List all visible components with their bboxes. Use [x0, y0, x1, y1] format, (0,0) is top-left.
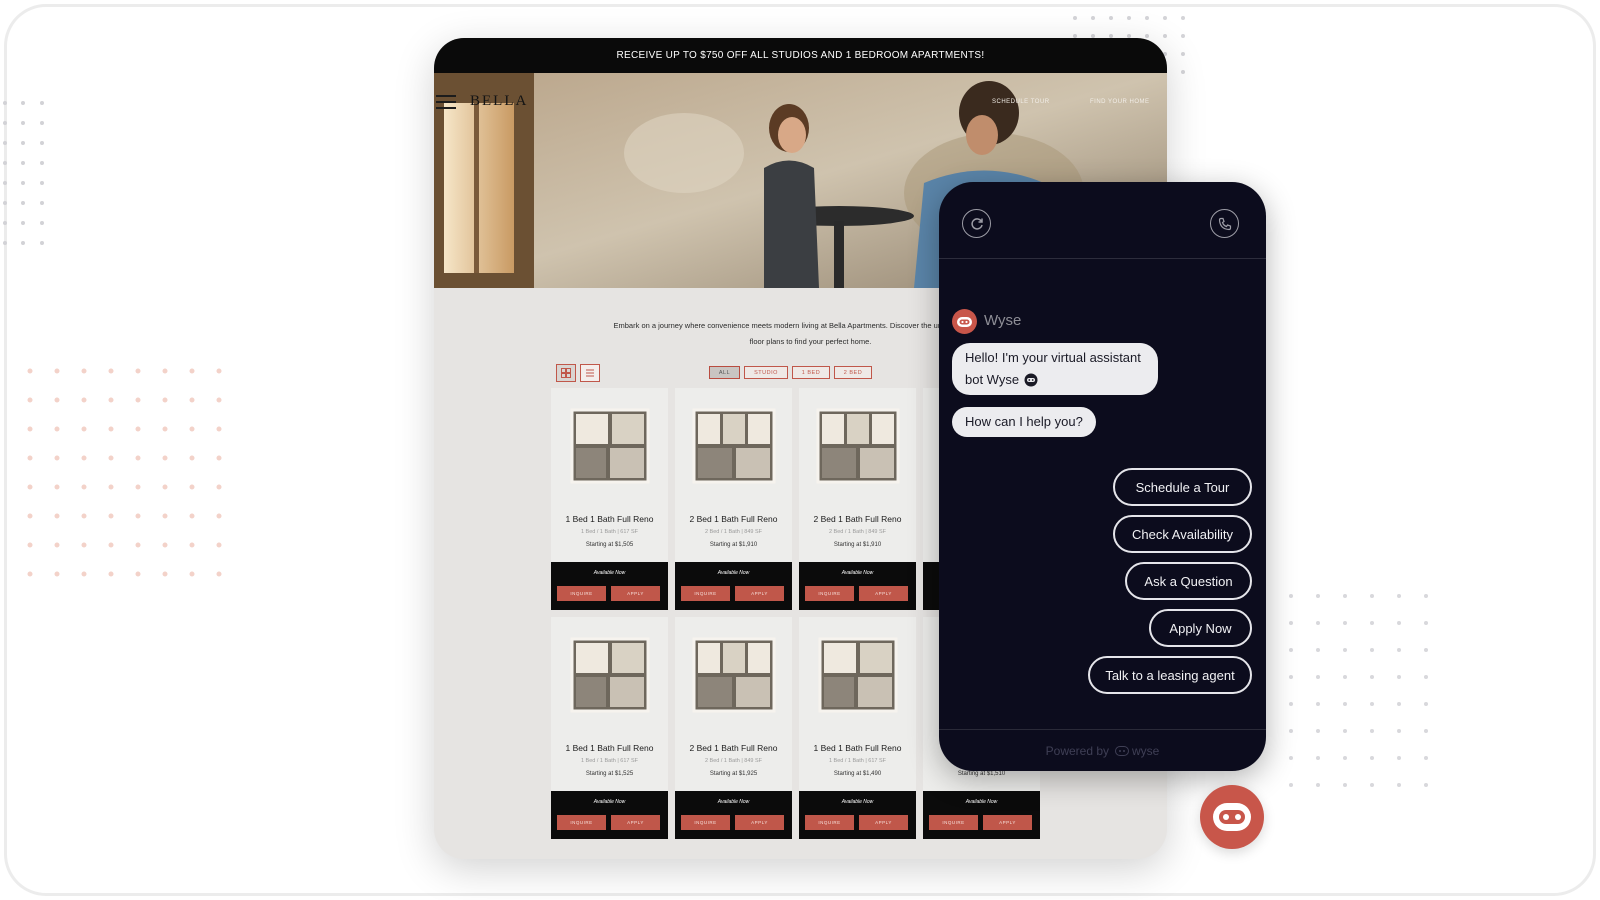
robot-emoji-icon: [1024, 373, 1038, 387]
nav-schedule-tour[interactable]: SCHEDULE TOUR: [992, 99, 1050, 105]
card-details: 1 Bed / 1 Bath | 617 SF: [580, 529, 639, 535]
bot-message-greeting: Hello! I'm your virtual assistant bot Wy…: [952, 343, 1158, 395]
wyse-logo[interactable]: wyse: [1115, 744, 1159, 758]
filter-all[interactable]: ALL: [709, 366, 740, 379]
inquire-button[interactable]: INQUIRE: [929, 815, 978, 830]
card-details: 2 Bed / 1 Bath | 849 SF: [828, 529, 887, 535]
card-price: Starting at $1,525: [585, 771, 634, 777]
card-details: 2 Bed / 1 Bath | 849 SF: [704, 758, 763, 764]
greeting-line-2: bot Wyse: [965, 372, 1020, 387]
card-title: 1 Bed 1 Bath Full Reno: [813, 743, 902, 753]
floorplan-image: [818, 637, 898, 713]
floorplan-card[interactable]: 2 Bed 1 Bath Full Reno 2 Bed / 1 Bath | …: [799, 388, 916, 610]
apply-button[interactable]: APPLY: [983, 815, 1032, 830]
availability-label: Available Now: [717, 570, 750, 576]
bot-name: Wyse: [984, 312, 1022, 329]
wyse-logo-icon: [1115, 745, 1130, 756]
card-details: 1 Bed / 1 Bath | 617 SF: [828, 758, 887, 764]
marketing-canvas: RECEIVE UP TO $750 OFF ALL STUDIOS AND 1…: [0, 0, 1600, 900]
card-footer: Available Now INQUIRE APPLY: [675, 791, 792, 839]
floorplan-card[interactable]: 1 Bed 1 Bath Full Reno 1 Bed / 1 Bath | …: [551, 617, 668, 839]
greeting-line-1: Hello! I'm your virtual assistant: [965, 350, 1141, 365]
card-price: Starting at $1,925: [709, 771, 758, 777]
bot-message-question: How can I help you?: [952, 407, 1096, 437]
quick-reply-schedule-tour[interactable]: Schedule a Tour: [1113, 468, 1252, 506]
site-brand-logo[interactable]: BELLA: [470, 93, 528, 110]
card-title: 2 Bed 1 Bath Full Reno: [689, 743, 778, 753]
bot-avatar-robot-icon: [952, 309, 977, 334]
card-price: Starting at $1,505: [585, 542, 634, 548]
decor-dots-left-top: [0, 95, 50, 255]
floorplan-card[interactable]: 1 Bed 1 Bath Full Reno 1 Bed / 1 Bath | …: [551, 388, 668, 610]
card-title: 1 Bed 1 Bath Full Reno: [565, 514, 654, 524]
availability-label: Available Now: [965, 799, 998, 805]
card-footer: Available Now INQUIRE APPLY: [799, 562, 916, 610]
floorplan-image: [570, 637, 650, 713]
card-title: 2 Bed 1 Bath Full Reno: [689, 514, 778, 524]
grid-view-icon[interactable]: [556, 364, 576, 382]
chat-launcher-robot-icon[interactable]: [1200, 785, 1264, 849]
floorplan-image: [692, 408, 776, 484]
card-footer: Available Now INQUIRE APPLY: [551, 791, 668, 839]
decor-dots-left-pink: [22, 365, 232, 585]
quick-reply-check-availability[interactable]: Check Availability: [1113, 515, 1252, 553]
apply-button[interactable]: APPLY: [859, 586, 908, 601]
card-price: Starting at $1,490: [833, 771, 882, 777]
floorplan-image: [692, 637, 776, 713]
card-price: Starting at $1,510: [957, 771, 1006, 777]
chat-footer: Powered by wyse: [939, 729, 1266, 771]
decor-dots-right: [1285, 590, 1445, 810]
card-details: 2 Bed / 1 Bath | 849 SF: [704, 529, 763, 535]
hamburger-menu-icon[interactable]: [436, 95, 456, 109]
card-footer: Available Now INQUIRE APPLY: [923, 791, 1040, 839]
floorplan-card[interactable]: 2 Bed 1 Bath Full Reno 2 Bed / 1 Bath | …: [675, 617, 792, 839]
availability-label: Available Now: [593, 570, 626, 576]
nav-find-your-home[interactable]: FIND YOUR HOME: [1090, 99, 1150, 105]
card-title: 2 Bed 1 Bath Full Reno: [813, 514, 902, 524]
promo-banner: RECEIVE UP TO $750 OFF ALL STUDIOS AND 1…: [434, 38, 1167, 73]
phone-icon[interactable]: [1210, 209, 1239, 238]
card-footer: Available Now INQUIRE APPLY: [551, 562, 668, 610]
inquire-button[interactable]: INQUIRE: [557, 815, 606, 830]
apply-button[interactable]: APPLY: [611, 815, 660, 830]
list-view-icon[interactable]: [580, 364, 600, 382]
inquire-button[interactable]: INQUIRE: [681, 586, 730, 601]
powered-by-label: Powered by: [1045, 743, 1110, 758]
card-title: 1 Bed 1 Bath Full Reno: [565, 743, 654, 753]
inquire-button[interactable]: INQUIRE: [805, 586, 854, 601]
floorplan-image: [570, 408, 650, 484]
floorplan-card[interactable]: 1 Bed 1 Bath Full Reno 1 Bed / 1 Bath | …: [799, 617, 916, 839]
apply-button[interactable]: APPLY: [735, 815, 784, 830]
inquire-button[interactable]: INQUIRE: [681, 815, 730, 830]
site-navbar: BELLA SCHEDULE TOUR FIND YOUR HOME: [434, 73, 1167, 131]
availability-label: Available Now: [841, 799, 874, 805]
card-details: 1 Bed / 1 Bath | 617 SF: [580, 758, 639, 764]
card-price: Starting at $1,910: [833, 542, 882, 548]
apply-button[interactable]: APPLY: [859, 815, 908, 830]
card-price: Starting at $1,910: [709, 542, 758, 548]
apply-button[interactable]: APPLY: [611, 586, 660, 601]
chat-header: [939, 182, 1266, 259]
filter-1-bed[interactable]: 1 BED: [792, 366, 830, 379]
card-footer: Available Now INQUIRE APPLY: [675, 562, 792, 610]
chatbot-widget: Wyse Hello! I'm your virtual assistant b…: [939, 182, 1266, 771]
floorplan-image: [816, 408, 900, 484]
quick-reply-apply-now[interactable]: Apply Now: [1149, 609, 1252, 647]
filter-2-bed[interactable]: 2 BED: [834, 366, 872, 379]
inquire-button[interactable]: INQUIRE: [805, 815, 854, 830]
availability-label: Available Now: [593, 799, 626, 805]
refresh-icon[interactable]: [962, 209, 991, 238]
apply-button[interactable]: APPLY: [735, 586, 784, 601]
quick-reply-talk-to-agent[interactable]: Talk to a leasing agent: [1088, 656, 1252, 694]
inquire-button[interactable]: INQUIRE: [557, 586, 606, 601]
wyse-logo-text: wyse: [1132, 743, 1160, 758]
availability-label: Available Now: [717, 799, 750, 805]
availability-label: Available Now: [841, 570, 874, 576]
card-footer: Available Now INQUIRE APPLY: [799, 791, 916, 839]
filter-studio[interactable]: STUDIO: [744, 366, 788, 379]
floorplan-card[interactable]: 2 Bed 1 Bath Full Reno 2 Bed / 1 Bath | …: [675, 388, 792, 610]
quick-reply-ask-question[interactable]: Ask a Question: [1125, 562, 1252, 600]
